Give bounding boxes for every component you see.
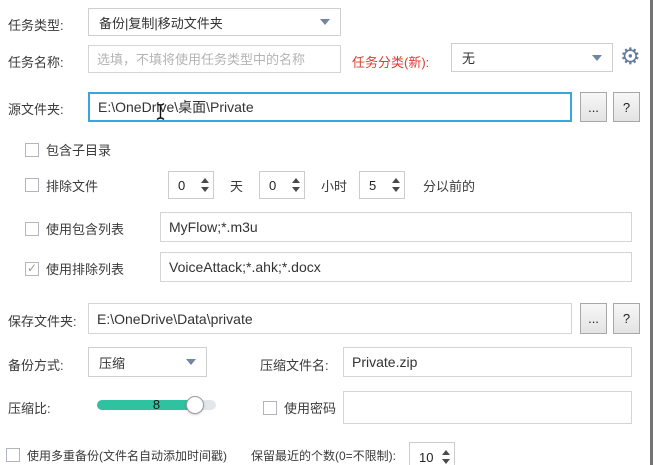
- chevron-down-icon: [320, 19, 330, 25]
- spin-down-icon[interactable]: [442, 459, 451, 464]
- spin-down-icon[interactable]: [201, 187, 210, 192]
- include-list-checkbox[interactable]: ✓: [25, 221, 39, 236]
- compression-label: 压缩比:: [8, 401, 51, 416]
- backup-method-label: 备份方式:: [8, 358, 64, 373]
- include-list-input[interactable]: [160, 212, 632, 242]
- window-edge: [648, 0, 653, 465]
- include-list-label: 使用包含列表: [46, 222, 125, 237]
- chevron-down-icon: [186, 359, 196, 365]
- days-unit-label: 天: [230, 178, 244, 194]
- include-subdirs-label: 包含子目录: [46, 143, 112, 158]
- source-browse-button[interactable]: ...: [580, 92, 607, 122]
- exclude-list-label: 使用排除列表: [46, 262, 125, 277]
- source-folder-label: 源文件夹:: [8, 102, 64, 117]
- source-help-button[interactable]: ?: [613, 92, 640, 122]
- hours-unit-label: 小时: [321, 178, 348, 194]
- task-name-input[interactable]: [88, 45, 341, 73]
- task-type-combo[interactable]: 备份|复制|移动文件夹: [88, 8, 341, 36]
- backup-method-combo[interactable]: 压缩: [88, 347, 207, 377]
- minutes-value[interactable]: 5: [360, 172, 388, 198]
- multi-backup-checkbox[interactable]: ✓: [6, 448, 20, 462]
- exclude-files-label: 排除文件: [46, 178, 99, 194]
- spin-up-icon[interactable]: [392, 178, 401, 183]
- exclude-list-input[interactable]: [160, 252, 632, 282]
- days-value[interactable]: 0: [169, 172, 197, 198]
- keep-count-stepper[interactable]: 10: [409, 442, 456, 465]
- task-type-value: 备份|复制|移动文件夹: [99, 15, 223, 31]
- password-input[interactable]: [343, 391, 632, 424]
- include-subdirs-checkbox[interactable]: ✓: [25, 142, 39, 157]
- save-browse-button[interactable]: ...: [580, 303, 607, 334]
- keep-count-label: 保留最近的个数(0=不限制):: [251, 448, 397, 463]
- spin-up-icon[interactable]: [442, 450, 451, 455]
- multi-backup-label: 使用多重备份(文件名自动添加时间戳): [27, 448, 227, 463]
- use-password-label: 使用密码: [284, 401, 337, 416]
- exclude-list-checkbox[interactable]: ✓: [25, 261, 39, 276]
- spin-up-icon[interactable]: [201, 178, 210, 183]
- slider-thumb[interactable]: [186, 396, 204, 414]
- minutes-unit-label: 分以前的: [423, 178, 476, 194]
- task-category-combo[interactable]: 无: [451, 43, 613, 72]
- zip-name-label: 压缩文件名:: [260, 358, 329, 373]
- use-password-checkbox[interactable]: ✓: [263, 400, 277, 415]
- backup-method-value: 压缩: [99, 355, 126, 371]
- save-folder-input[interactable]: [88, 303, 572, 334]
- task-category-value: 无: [462, 51, 476, 66]
- text-cursor-ibeam: [156, 102, 165, 121]
- minutes-stepper[interactable]: 5: [359, 171, 406, 199]
- spin-down-icon[interactable]: [292, 187, 301, 192]
- hours-value[interactable]: 0: [260, 172, 288, 198]
- days-stepper[interactable]: 0: [168, 171, 215, 199]
- backup-task-form: 任务类型: 备份|复制|移动文件夹 任务名称: 任务分类(新): 无 ⚙ 源文件…: [0, 0, 653, 465]
- check-icon: ✓: [26, 261, 38, 275]
- spin-up-icon[interactable]: [292, 178, 301, 183]
- zip-name-input[interactable]: [343, 347, 632, 377]
- hours-stepper[interactable]: 0: [259, 171, 306, 199]
- task-category-label: 任务分类(新):: [352, 55, 430, 70]
- save-folder-label: 保存文件夹:: [8, 314, 77, 329]
- task-type-label: 任务类型:: [8, 18, 64, 33]
- task-name-label: 任务名称:: [8, 55, 64, 70]
- compression-slider[interactable]: 8: [97, 396, 216, 414]
- keep-count-value[interactable]: 10: [410, 443, 438, 465]
- exclude-files-checkbox[interactable]: ✓: [25, 178, 39, 192]
- spin-down-icon[interactable]: [392, 187, 401, 192]
- chevron-down-icon: [592, 54, 602, 61]
- gear-icon[interactable]: ⚙: [620, 43, 641, 69]
- save-help-button[interactable]: ?: [613, 303, 640, 334]
